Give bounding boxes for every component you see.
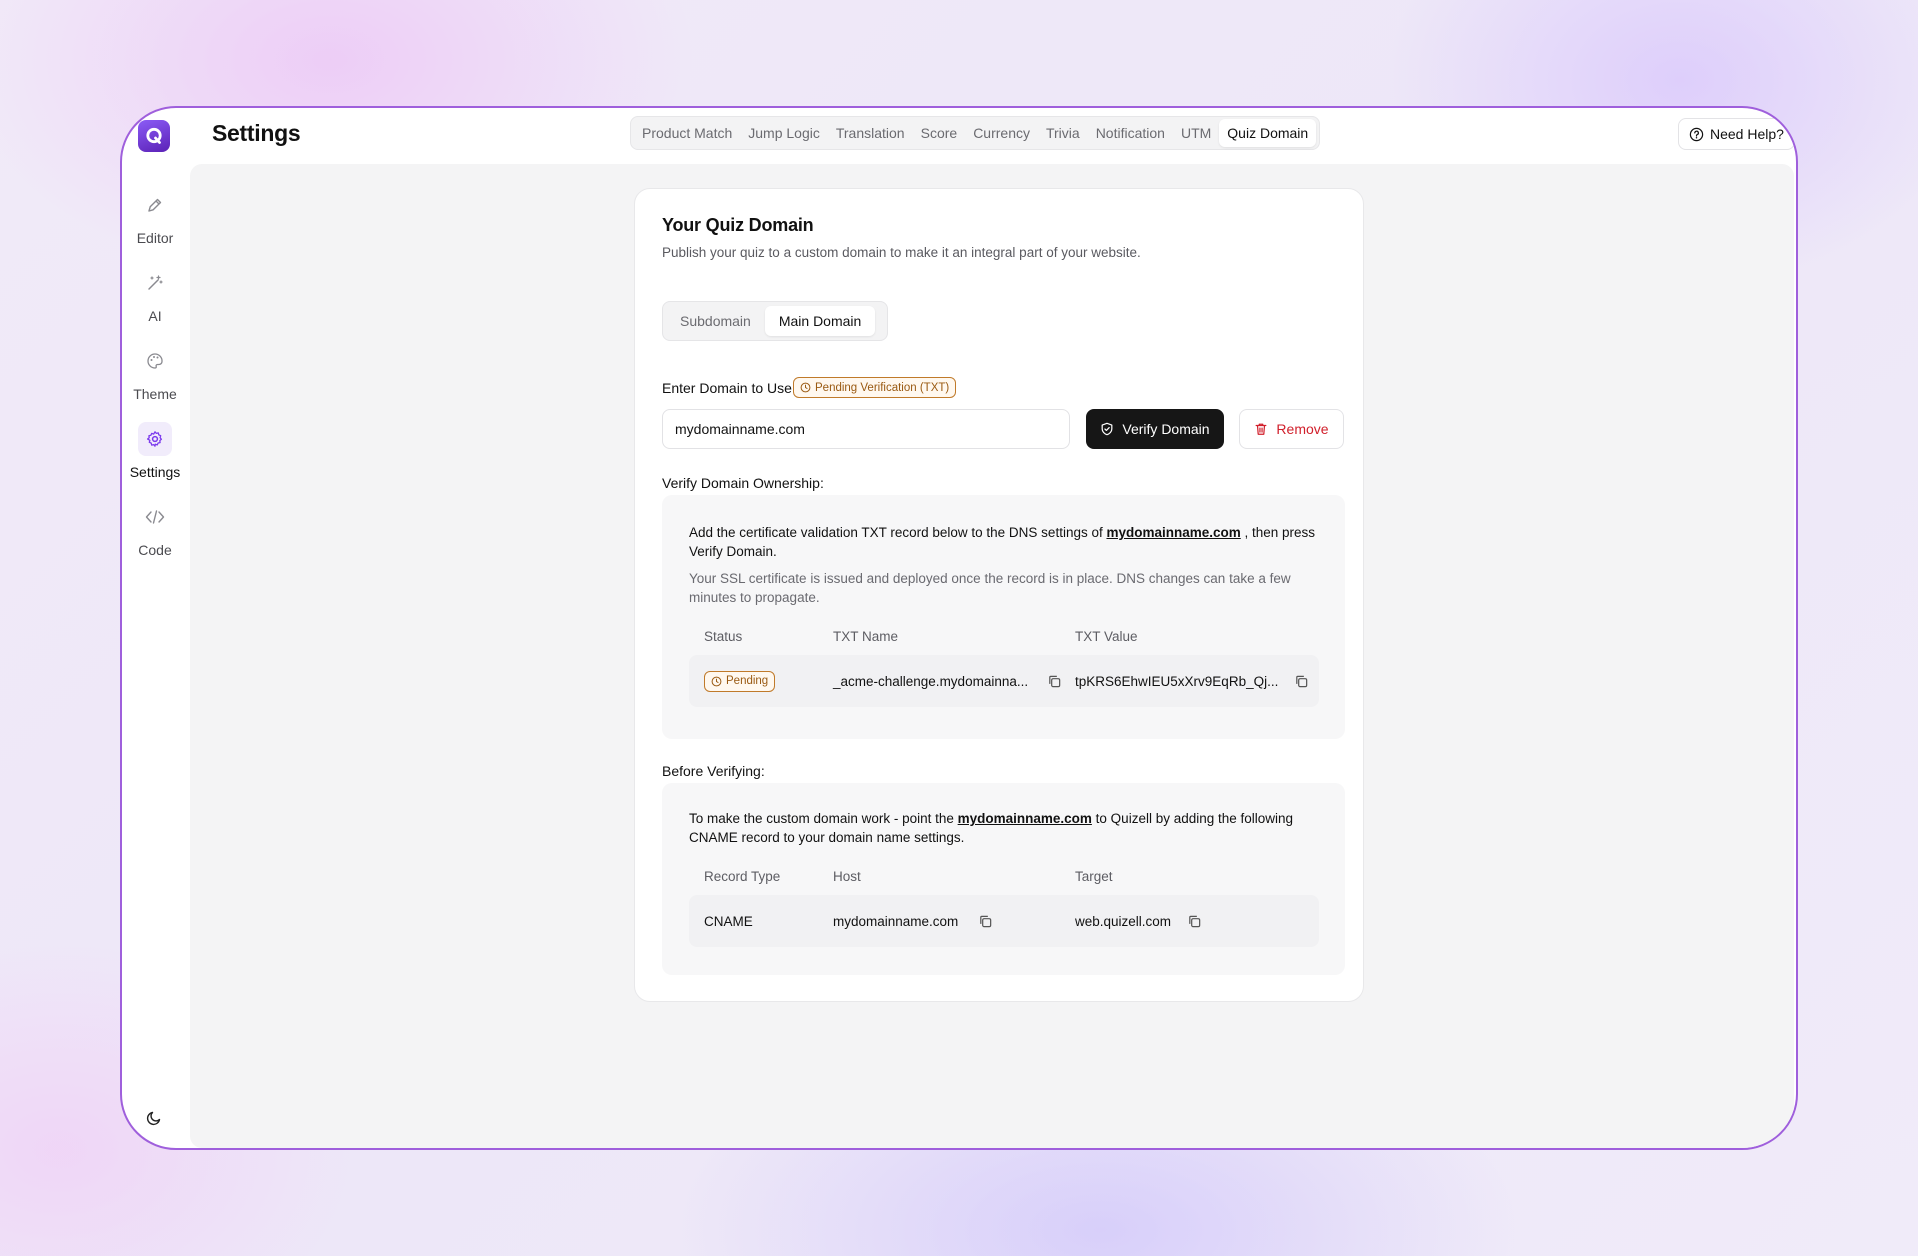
tab-quiz-domain[interactable]: Quiz Domain <box>1219 119 1317 147</box>
status-cell: Pending <box>704 655 776 707</box>
clock-icon <box>800 382 811 393</box>
table-row: CNAME mydomainname.com web.quizell.com <box>689 895 1319 947</box>
main-domain-option[interactable]: Main Domain <box>764 306 876 336</box>
verify-ownership-panel: Add the certificate validation TXT recor… <box>662 495 1345 739</box>
sidebar-item-theme[interactable]: Theme <box>122 344 188 402</box>
gear-icon <box>138 422 172 456</box>
logo-q-icon <box>146 127 162 144</box>
copy-icon <box>1292 672 1310 690</box>
column-record-type: Record Type <box>704 869 781 884</box>
sidebar-item-label: Theme <box>133 386 177 402</box>
copy-icon <box>1185 912 1203 930</box>
column-status: Status <box>704 629 743 644</box>
copy-target-button[interactable] <box>1185 895 1203 947</box>
verify-text-before: Add the certificate validation TXT recor… <box>689 525 1107 540</box>
table-row: Pending _acme-challenge.mydomainna... tp… <box>689 655 1319 707</box>
shield-check-icon <box>1101 422 1113 436</box>
verify-domain-button[interactable]: Verify Domain <box>1086 409 1224 449</box>
help-circle-icon <box>1689 127 1704 141</box>
tab-utm[interactable]: UTM <box>1173 119 1219 147</box>
domain-type-toggle: Subdomain Main Domain <box>662 301 888 341</box>
sidebar-item-label: Code <box>138 542 172 558</box>
cname-instructions: To make the custom domain work - point t… <box>689 809 1319 847</box>
tab-trivia[interactable]: Trivia <box>1038 119 1088 147</box>
remove-label: Remove <box>1276 421 1329 437</box>
sidebar-item-settings[interactable]: Settings <box>122 422 188 480</box>
txt-name-cell: _acme-challenge.mydomainna... <box>833 655 1028 707</box>
txt-value-cell: tpKRS6EhwIEU5xXrv9EqRb_Qj... <box>1075 655 1278 707</box>
tab-product-match[interactable]: Product Match <box>634 119 740 147</box>
tab-jump-logic[interactable]: Jump Logic <box>740 119 828 147</box>
column-txt-name: TXT Name <box>833 629 899 644</box>
sidebar-item-label: Settings <box>129 464 181 480</box>
copy-txt-name-button[interactable] <box>1045 655 1063 707</box>
copy-icon <box>976 912 994 930</box>
sidebar-item-label: Editor <box>136 230 174 246</box>
status-badge-label: Pending Verification (TXT) <box>815 381 950 394</box>
tab-currency[interactable]: Currency <box>965 119 1038 147</box>
tab-translation[interactable]: Translation <box>828 119 913 147</box>
settings-tabs: Product Match Jump Logic Translation Sco… <box>630 116 1321 150</box>
remove-button[interactable]: Remove <box>1239 409 1344 449</box>
sidebar-item-ai[interactable]: AI <box>122 266 188 324</box>
column-txt-value: TXT Value <box>1075 629 1138 644</box>
copy-host-button[interactable] <box>976 895 994 947</box>
magic-wand-icon <box>138 266 172 300</box>
sidebar: Editor AI Theme Settings Code <box>122 168 188 1148</box>
pending-badge: Pending <box>704 670 776 692</box>
target-value: web.quizell.com <box>1075 913 1172 929</box>
target-cell: web.quizell.com <box>1075 895 1171 947</box>
domain-link[interactable]: mydomainname.com <box>958 811 1092 826</box>
moon-icon[interactable] <box>142 1106 166 1130</box>
main-content: Your Quiz Domain Publish your quiz to a … <box>190 164 1794 1148</box>
before-verifying-panel: To make the custom domain work - point t… <box>662 783 1345 975</box>
domain-link[interactable]: mydomainname.com <box>1106 525 1240 540</box>
copy-txt-value-button[interactable] <box>1292 655 1310 707</box>
sidebar-item-code[interactable]: Code <box>122 500 188 558</box>
host-cell: mydomainname.com <box>833 895 958 947</box>
record-type-cell: CNAME <box>704 895 753 947</box>
sidebar-item-label: AI <box>148 308 162 324</box>
app-logo[interactable] <box>138 120 170 152</box>
status-badge: Pending Verification (TXT) <box>793 377 957 398</box>
trash-icon <box>1255 423 1267 435</box>
ssl-note: Your SSL certificate is issued and deplo… <box>689 571 1291 605</box>
domain-input[interactable] <box>662 409 1070 449</box>
txt-name-value: _acme-challenge.mydomainna... <box>833 673 1029 689</box>
verify-domain-label: Verify Domain <box>1122 421 1210 437</box>
copy-icon <box>1045 672 1063 690</box>
before-verifying-title: Before Verifying: <box>662 763 765 779</box>
pen-icon <box>138 188 172 222</box>
quiz-domain-card: Your Quiz Domain Publish your quiz to a … <box>634 188 1364 1002</box>
card-title: Your Quiz Domain <box>662 215 814 235</box>
palette-icon <box>138 344 172 378</box>
column-target: Target <box>1075 869 1113 884</box>
host-value: mydomainname.com <box>833 913 959 929</box>
pending-label: Pending <box>726 675 769 687</box>
sidebar-item-editor[interactable]: Editor <box>122 188 188 246</box>
clock-icon <box>711 676 722 686</box>
tab-notification[interactable]: Notification <box>1088 119 1173 147</box>
cname-text-before: To make the custom domain work - point t… <box>689 811 958 826</box>
column-host: Host <box>833 869 861 884</box>
code-icon <box>138 500 172 534</box>
verify-instructions: Add the certificate validation TXT recor… <box>689 523 1319 561</box>
verify-ownership-title: Verify Domain Ownership: <box>662 475 824 491</box>
txt-value-value: tpKRS6EhwIEU5xXrv9EqRb_Qj... <box>1075 673 1279 689</box>
app-window: Settings Product Match Jump Logic Transl… <box>120 106 1798 1150</box>
tab-score[interactable]: Score <box>913 119 966 147</box>
need-help-label: Need Help? <box>1710 126 1784 142</box>
record-type-value: CNAME <box>704 913 753 929</box>
page-title: Settings <box>212 120 301 146</box>
subdomain-option[interactable]: Subdomain <box>666 306 765 336</box>
domain-field-label: Enter Domain to Use <box>662 380 792 396</box>
card-subtitle: Publish your quiz to a custom domain to … <box>662 245 1141 260</box>
need-help-button[interactable]: Need Help? <box>1678 118 1795 150</box>
